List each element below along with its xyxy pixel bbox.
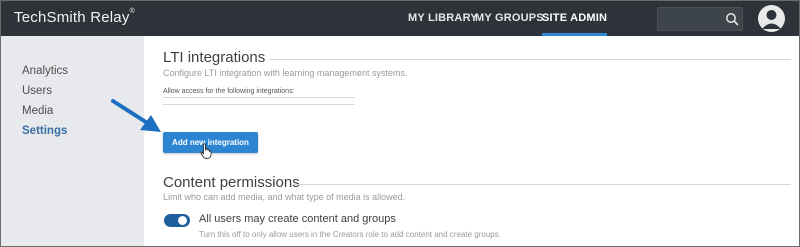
nav-my-groups[interactable]: MY GROUPS — [475, 1, 544, 36]
sidebar-item-media[interactable]: Media — [22, 105, 53, 117]
hand-cursor-icon — [200, 143, 212, 159]
content-permissions-divider — [294, 184, 791, 185]
user-avatar-icon[interactable] — [758, 5, 785, 32]
top-navigation-bar: TechSmith Relay® MY LIBRARY MY GROUPS SI… — [1, 1, 799, 36]
create-content-toggle-label: All users may create content and groups — [199, 213, 396, 225]
app-logo[interactable]: TechSmith Relay® — [14, 8, 135, 26]
integrations-list-line-bottom — [163, 104, 355, 105]
annotation-arrow — [111, 99, 161, 132]
search-input[interactable] — [658, 8, 722, 30]
search-icon[interactable] — [725, 12, 739, 26]
sidebar-item-analytics[interactable]: Analytics — [22, 65, 68, 77]
logo-registered-mark: ® — [129, 8, 135, 15]
integrations-list-line-top — [163, 97, 355, 98]
create-content-toggle-description: Turn this off to only allow users in the… — [199, 230, 501, 239]
sidebar-item-settings[interactable]: Settings — [22, 125, 67, 137]
toggle-knob — [178, 216, 187, 225]
logo-text: TechSmith Relay — [14, 9, 130, 26]
app-window: TechSmith Relay® MY LIBRARY MY GROUPS SI… — [0, 0, 800, 247]
content-permissions-title: Content permissions — [163, 174, 300, 191]
search-box — [657, 7, 743, 31]
allowed-integrations-label: Allow access for the following integrati… — [163, 88, 295, 95]
lti-description: Configure LTI integration with learning … — [163, 68, 408, 78]
create-content-toggle[interactable] — [164, 214, 190, 227]
sidebar: Analytics Users Media Settings — [1, 36, 144, 246]
lti-title-divider — [269, 59, 791, 60]
sidebar-item-users[interactable]: Users — [22, 85, 52, 97]
lti-section-title: LTI integrations — [163, 49, 266, 66]
content-permissions-description: Limit who can add media, and what type o… — [163, 192, 406, 202]
nav-site-admin[interactable]: SITE ADMIN — [542, 1, 608, 36]
nav-my-library[interactable]: MY LIBRARY — [408, 1, 478, 36]
